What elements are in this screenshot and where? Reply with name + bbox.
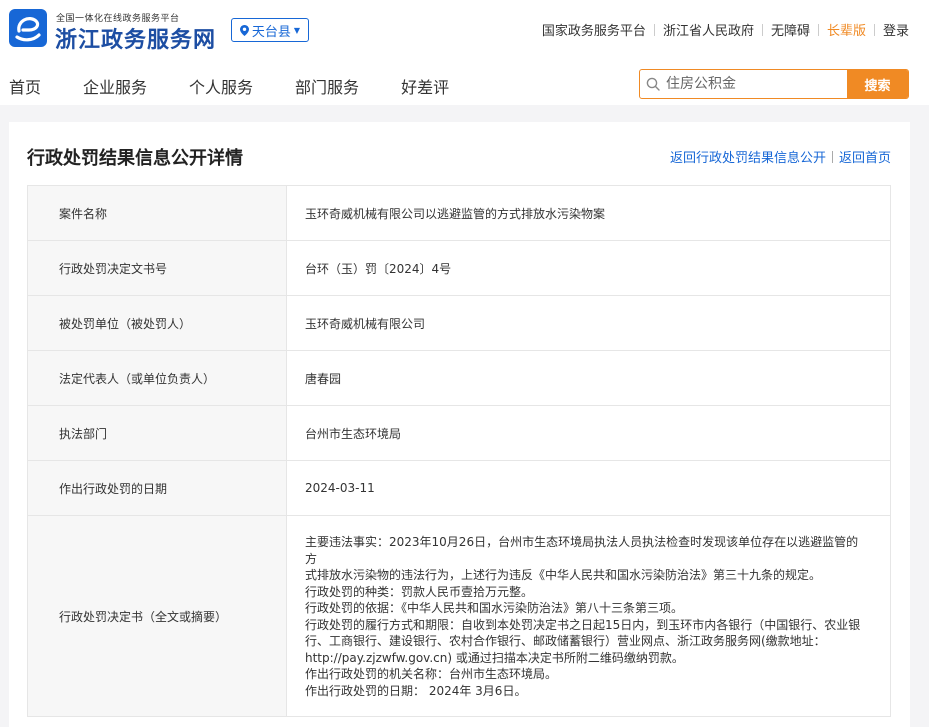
- row-label: 行政处罚决定书（全文或摘要）: [28, 516, 287, 716]
- nav-item-personal[interactable]: 个人服务: [189, 74, 253, 98]
- detail-row: 作出行政处罚的日期 2024-03-11: [28, 461, 890, 516]
- link-national-platform[interactable]: 国家政务服务平台: [534, 20, 654, 39]
- nav-item-home[interactable]: 首页: [9, 74, 41, 98]
- search-bar: 搜索: [639, 69, 909, 99]
- row-label: 作出行政处罚的日期: [28, 461, 287, 515]
- back-to-list-link[interactable]: 返回行政处罚结果信息公开: [670, 147, 826, 166]
- decision-line: 行、工商银行、建设银行、农村合作银行、邮政储蓄银行）营业网点、浙江政务服务网(缴…: [305, 634, 826, 648]
- page-title: 行政处罚结果信息公开详情: [27, 148, 243, 169]
- nav-item-evaluation[interactable]: 好差评: [401, 74, 449, 98]
- row-value: 2024-03-11: [305, 481, 375, 495]
- detail-row: 执法部门 台州市生态环境局: [28, 406, 890, 461]
- link-elderly-mode[interactable]: 长辈版: [819, 20, 874, 39]
- detail-row: 被处罚单位（被处罚人） 玉环奇威机械有限公司: [28, 296, 890, 351]
- back-to-home-link[interactable]: 返回首页: [839, 147, 891, 166]
- row-value: 唐春园: [305, 371, 342, 386]
- divider: [831, 150, 833, 163]
- row-label: 执法部门: [28, 406, 287, 460]
- row-label: 被处罚单位（被处罚人）: [28, 296, 287, 350]
- nav-item-enterprise[interactable]: 企业服务: [83, 74, 147, 98]
- detail-card: 行政处罚结果信息公开详情 返回行政处罚结果信息公开 返回首页 案件名称 玉环奇威…: [9, 122, 910, 727]
- row-value: 玉环奇威机械有限公司以逃避监管的方式排放水污染物案: [305, 206, 606, 221]
- detail-row: 案件名称 玉环奇威机械有限公司以逃避监管的方式排放水污染物案: [28, 186, 890, 241]
- decision-line: http://pay.zjzwfw.gov.cn) 或通过扫描本决定书所附二维码…: [305, 650, 684, 665]
- site-logo-icon[interactable]: [9, 9, 47, 47]
- location-pin-icon: [239, 24, 249, 36]
- login-link[interactable]: 登录: [875, 20, 909, 39]
- detail-row: 行政处罚决定文书号 台环（玉）罚〔2024〕4号: [28, 241, 890, 296]
- region-selector[interactable]: 天台县 ▼: [231, 18, 309, 42]
- decision-line: 行政处罚的种类：罚款人民币壹拾万元整。: [305, 584, 534, 599]
- top-links: 国家政务服务平台 浙江省人民政府 无障碍 长辈版 登录: [534, 20, 909, 39]
- decision-line: 主要违法事实：2023年10月26日，台州市生态环境局执法人员执法检查时发现该单…: [305, 535, 859, 566]
- row-label: 行政处罚决定文书号: [28, 241, 287, 295]
- logo-title[interactable]: 浙江政务服务网: [55, 22, 216, 54]
- decision-line: 行政处罚的履行方式和期限：自收到本处罚决定书之日起15日内，到玉环市内各银行（中…: [305, 617, 861, 632]
- row-value: 台环（玉）罚〔2024〕4号: [305, 261, 452, 276]
- row-label: 案件名称: [28, 186, 287, 240]
- region-label: 天台县: [251, 24, 291, 40]
- decision-row: 行政处罚决定书（全文或摘要） 主要违法事实：2023年10月26日，台州市生态环…: [28, 516, 890, 716]
- card-links: 返回行政处罚结果信息公开 返回首页: [670, 147, 891, 166]
- decision-line: 作出行政处罚的日期： 2024年 3月6日。: [305, 683, 527, 698]
- link-provincial-government[interactable]: 浙江省人民政府: [655, 20, 762, 39]
- detail-row: 法定代表人（或单位负责人） 唐春园: [28, 351, 890, 406]
- link-accessibility[interactable]: 无障碍: [763, 20, 818, 39]
- row-label: 法定代表人（或单位负责人）: [28, 351, 287, 405]
- decision-text: 主要违法事实：2023年10月26日，台州市生态环境局执法人员执法检查时发现该单…: [287, 516, 890, 716]
- detail-table: 案件名称 玉环奇威机械有限公司以逃避监管的方式排放水污染物案 行政处罚决定文书号…: [27, 185, 891, 717]
- row-value: 玉环奇威机械有限公司: [305, 316, 426, 331]
- search-input[interactable]: [666, 70, 847, 98]
- decision-line: 式排放水污染物的违法行为，上述行为违反《中华人民共和国水污染防治法》第三十九条的…: [305, 568, 822, 582]
- decision-line: 作出行政处罚的机关名称：台州市生态环境局。: [305, 667, 558, 681]
- main-nav: 首页 企业服务 个人服务 部门服务 好差评: [9, 74, 491, 98]
- site-header: 全国一体化在线政务服务平台 浙江政务服务网 天台县 ▼ 国家政务服务平台 浙江省…: [0, 0, 929, 105]
- search-button[interactable]: 搜索: [847, 70, 908, 98]
- decision-line: 行政处罚的依据：《中华人民共和国水污染防治法》第八十三条第三项。: [305, 601, 684, 615]
- nav-item-department[interactable]: 部门服务: [295, 74, 359, 98]
- search-icon: [640, 70, 666, 98]
- chevron-down-icon: ▼: [293, 25, 301, 35]
- row-value: 台州市生态环境局: [305, 426, 402, 441]
